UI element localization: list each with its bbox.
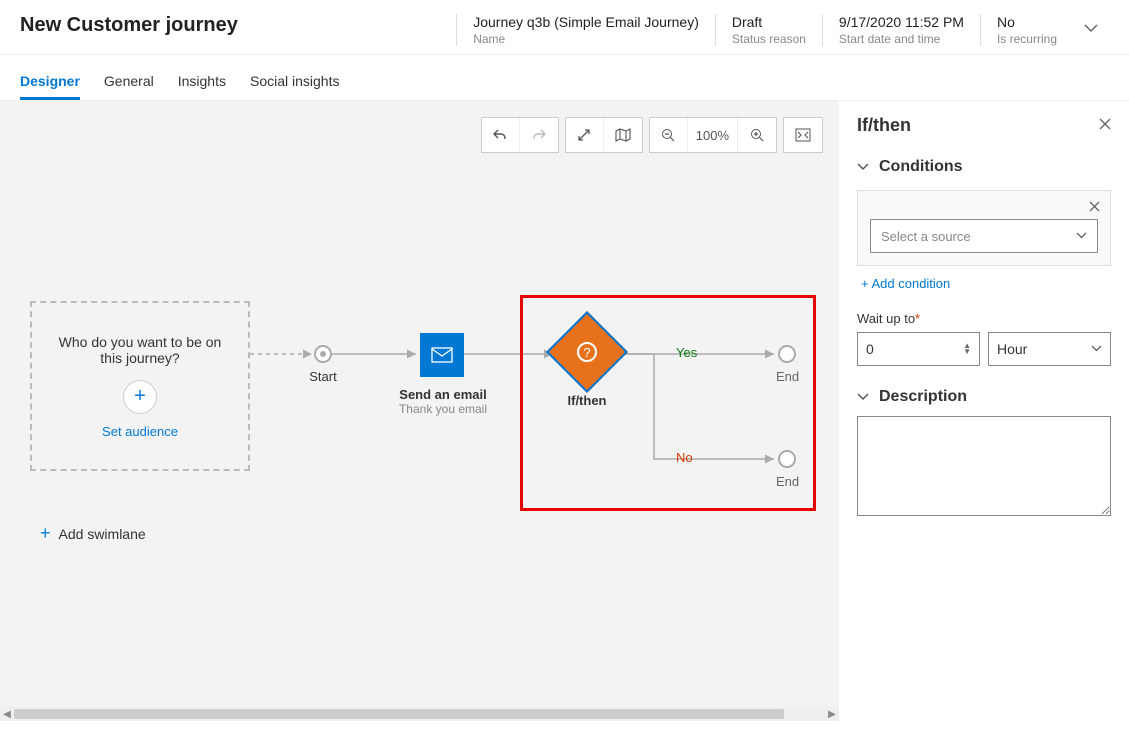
- page-title: New Customer journey: [20, 14, 456, 37]
- end-node-yes[interactable]: [778, 345, 796, 363]
- start-label: Start: [303, 369, 343, 384]
- audience-prompt: Who do you want to be on this journey?: [32, 334, 248, 366]
- properties-panel: If/then Conditions Select a source + Add…: [839, 101, 1129, 721]
- scroll-thumb[interactable]: [14, 709, 784, 719]
- fit-to-screen-button[interactable]: [784, 118, 822, 152]
- chevron-down-icon: [1076, 229, 1087, 244]
- chevron-down-icon: [1091, 341, 1102, 357]
- horizontal-scrollbar[interactable]: ◀ ▶: [0, 707, 839, 721]
- send-email-tile[interactable]: [420, 333, 464, 377]
- set-audience-link[interactable]: Set audience: [102, 424, 178, 439]
- select-source-dropdown[interactable]: Select a source: [870, 219, 1098, 253]
- branch-yes-label: Yes: [676, 345, 697, 360]
- fullscreen-button[interactable]: [566, 118, 604, 152]
- end-label-yes: End: [776, 369, 799, 384]
- chevron-down-icon: [857, 161, 869, 173]
- end-label-no: End: [776, 474, 799, 489]
- description-section-toggle[interactable]: Description: [857, 388, 1111, 406]
- add-audience-button[interactable]: +: [123, 380, 157, 414]
- start-node[interactable]: [314, 345, 332, 363]
- audience-tile[interactable]: Who do you want to be on this journey? +…: [30, 301, 250, 471]
- designer-canvas[interactable]: 100% Who do you want to be on this journ…: [0, 101, 839, 721]
- header-fields: Journey q3b (Simple Email Journey) Name …: [456, 14, 1073, 46]
- panel-close-button[interactable]: [1099, 117, 1111, 135]
- header-field-status[interactable]: Draft Status reason: [715, 14, 822, 46]
- branch-no-label: No: [676, 450, 693, 465]
- email-icon: [431, 347, 453, 363]
- number-spinner[interactable]: ▲▼: [963, 343, 971, 355]
- header-expand-button[interactable]: [1073, 14, 1109, 45]
- scroll-right-icon[interactable]: ▶: [825, 707, 839, 721]
- condition-card: Select a source: [857, 190, 1111, 266]
- wait-unit-select[interactable]: Hour: [988, 332, 1111, 366]
- add-swimlane-button[interactable]: + Add swimlane: [40, 523, 146, 544]
- header-field-recurring[interactable]: No Is recurring: [980, 14, 1073, 46]
- canvas-toolbar: 100%: [481, 117, 823, 153]
- tab-insights[interactable]: Insights: [178, 65, 226, 100]
- end-node-no[interactable]: [778, 450, 796, 468]
- plus-icon: +: [40, 523, 51, 544]
- panel-title: If/then: [857, 115, 911, 136]
- description-textarea[interactable]: [857, 416, 1111, 516]
- question-icon: ?: [577, 342, 597, 362]
- zoom-in-button[interactable]: [738, 118, 776, 152]
- undo-button[interactable]: [482, 118, 520, 152]
- header-field-start[interactable]: 9/17/2020 11:52 PM Start date and time: [822, 14, 980, 46]
- if-then-label: If/then: [552, 393, 622, 408]
- condition-remove-button[interactable]: [1089, 199, 1100, 215]
- map-button[interactable]: [604, 118, 642, 152]
- page-header: New Customer journey Journey q3b (Simple…: [0, 0, 1129, 55]
- tab-bar: Designer General Insights Social insight…: [0, 55, 1129, 101]
- wait-value-input[interactable]: 0 ▲▼: [857, 332, 980, 366]
- zoom-out-button[interactable]: [650, 118, 688, 152]
- email-tile-subtitle: Thank you email: [378, 402, 508, 416]
- scroll-left-icon[interactable]: ◀: [0, 707, 14, 721]
- redo-button[interactable]: [520, 118, 558, 152]
- email-tile-title: Send an email: [378, 387, 508, 402]
- chevron-down-icon: [857, 391, 869, 403]
- tab-designer[interactable]: Designer: [20, 65, 80, 100]
- header-field-name[interactable]: Journey q3b (Simple Email Journey) Name: [456, 14, 715, 46]
- zoom-level[interactable]: 100%: [688, 118, 738, 152]
- tab-general[interactable]: General: [104, 65, 154, 100]
- conditions-section-toggle[interactable]: Conditions: [857, 158, 1111, 176]
- add-condition-link[interactable]: + Add condition: [857, 276, 1111, 291]
- wait-up-to-label: Wait up to*: [857, 311, 1111, 326]
- tab-social-insights[interactable]: Social insights: [250, 65, 340, 100]
- if-then-tile[interactable]: ?: [546, 311, 628, 393]
